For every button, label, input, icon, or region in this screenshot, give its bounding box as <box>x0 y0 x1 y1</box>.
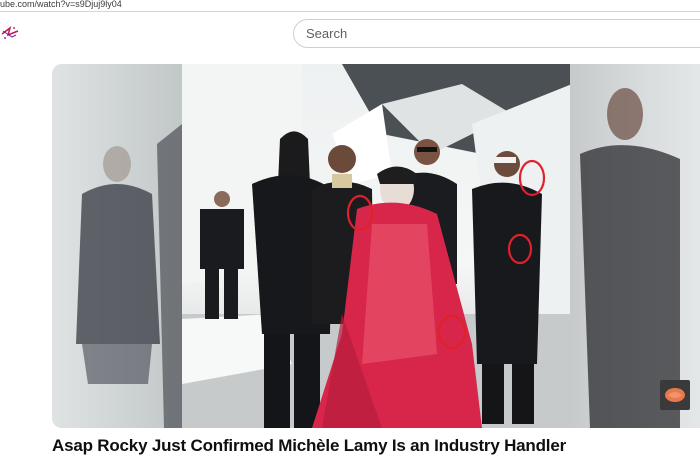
video-frame <box>182 64 572 428</box>
search-input[interactable]: Search <box>293 19 700 48</box>
url-text: ube.com/watch?v=s9Djuj9ly04 <box>0 0 122 9</box>
site-logo-icon[interactable] <box>0 22 22 44</box>
browser-address-bar[interactable]: ube.com/watch?v=s9Djuj9ly04 <box>0 0 700 12</box>
video-blurred-left-panel <box>52 64 182 428</box>
video-title: Asap Rocky Just Confirmed Michèle Lamy I… <box>52 436 566 455</box>
channel-watermark-icon[interactable] <box>660 380 690 410</box>
search-placeholder: Search <box>306 26 348 41</box>
video-player[interactable] <box>52 64 700 428</box>
video-blurred-right-panel <box>570 64 700 428</box>
